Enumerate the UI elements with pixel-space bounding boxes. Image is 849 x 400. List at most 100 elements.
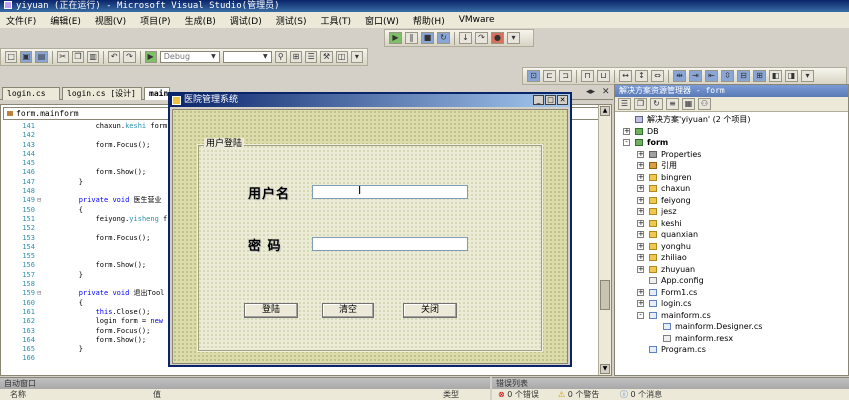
expand-icon[interactable]: +	[637, 288, 644, 296]
close-button[interactable]: ✕	[557, 95, 568, 105]
expand-icon[interactable]: +	[637, 231, 644, 238]
autos-col-name[interactable]: 名称	[10, 389, 26, 400]
tree-node[interactable]: + zhiliao	[615, 252, 848, 264]
expand-icon[interactable]: +	[637, 254, 644, 261]
editor-vertical-scrollbar[interactable]: ▲ ▼	[598, 105, 611, 375]
chevron-down-icon[interactable]: ▾	[507, 32, 520, 44]
properties-icon[interactable]: ☰	[618, 98, 631, 110]
warnings-filter[interactable]: ⚠ 0 个警告	[558, 389, 599, 400]
new-project-icon[interactable]: □	[5, 51, 18, 63]
align-middle-icon[interactable]: ⊔	[597, 70, 610, 82]
view-code-icon[interactable]: ≡	[666, 98, 679, 110]
menu-test[interactable]: 测试(S)	[276, 14, 307, 27]
tab-scroll-icon[interactable]: ◂▸	[586, 87, 595, 97]
toolbox-icon[interactable]: ⚒	[320, 51, 333, 63]
menu-window[interactable]: 窗口(W)	[365, 14, 399, 27]
stop-icon[interactable]: ■	[421, 32, 434, 44]
platform-select[interactable]: ▼	[222, 51, 272, 63]
expand-icon[interactable]: +	[623, 127, 630, 135]
tree-node[interactable]: mainform.Designer.cs	[615, 321, 848, 333]
menu-edit[interactable]: 编辑(E)	[50, 14, 81, 27]
show-all-files-icon[interactable]: ❐	[634, 98, 647, 110]
undo-icon[interactable]: ↶	[108, 51, 121, 63]
login-form-title-bar[interactable]: 医院管理系统 _ □ ✕	[170, 94, 570, 107]
expand-icon[interactable]: +	[637, 265, 644, 273]
send-to-back-icon[interactable]: ◨	[785, 70, 798, 82]
minimize-button[interactable]: _	[533, 95, 544, 105]
expand-icon[interactable]: +	[637, 242, 644, 250]
tree-node[interactable]: + Properties	[615, 149, 848, 161]
password-input[interactable]	[312, 237, 468, 251]
tab-mainform-cs[interactable]: mainform.cs	[144, 87, 170, 100]
step-into-icon[interactable]: ↓	[459, 32, 472, 44]
expand-icon[interactable]: +	[637, 208, 644, 215]
center-horizontally-icon[interactable]: ⊟	[737, 70, 750, 82]
continue-icon[interactable]: ▶	[389, 32, 402, 44]
scrollbar-thumb[interactable]	[600, 280, 610, 310]
tree-node[interactable]: + DB	[615, 126, 848, 138]
pause-icon[interactable]: ‖	[405, 32, 418, 44]
close-icon[interactable]: ✕	[602, 87, 610, 97]
solution-explorer-icon[interactable]: ⊞	[289, 51, 303, 63]
expand-icon[interactable]: +	[637, 173, 644, 181]
expand-icon[interactable]: +	[637, 196, 644, 204]
redo-icon[interactable]: ↷	[123, 51, 136, 63]
collapse-icon[interactable]: -	[637, 311, 644, 319]
menu-view[interactable]: 视图(V)	[95, 14, 126, 27]
expand-icon[interactable]: +	[637, 219, 644, 227]
errors-filter[interactable]: ⊗ 0 个错误	[498, 389, 539, 400]
find-icon[interactable]: ⚲	[274, 51, 287, 63]
start-debugging-icon[interactable]: ▶	[144, 51, 157, 63]
horizontal-spacing-icon[interactable]: ⇹	[673, 70, 686, 82]
expand-icon[interactable]: +	[637, 162, 644, 169]
scroll-down-icon[interactable]: ▼	[600, 364, 610, 374]
object-browser-icon[interactable]: ◫	[335, 51, 348, 63]
cut-icon[interactable]: ✂	[56, 51, 69, 63]
refresh-icon[interactable]: ↻	[650, 98, 663, 110]
tree-node[interactable]: + zhuyuan	[615, 264, 848, 276]
messages-filter[interactable]: ⓘ 0 个消息	[620, 389, 662, 400]
tree-node[interactable]: + 引用	[615, 160, 848, 172]
class-diagram-icon[interactable]: ⚇	[698, 98, 711, 110]
clear-button[interactable]: 清空	[322, 303, 374, 318]
close-form-button[interactable]: 关闭	[403, 303, 457, 318]
properties-icon[interactable]: ☰	[305, 51, 318, 63]
chevron-down-icon[interactable]: ▾	[350, 51, 363, 63]
menu-vmware[interactable]: VMware	[459, 15, 495, 25]
make-same-height-icon[interactable]: ↕	[635, 70, 648, 82]
expand-icon[interactable]: +	[637, 300, 644, 307]
breakpoint-window-icon[interactable]: ●	[491, 32, 504, 44]
menu-file[interactable]: 文件(F)	[6, 14, 36, 27]
menu-help[interactable]: 帮助(H)	[413, 14, 445, 27]
chevron-down-icon[interactable]: ▾	[801, 70, 814, 82]
tree-node[interactable]: + jesz	[615, 206, 848, 218]
collapse-icon[interactable]: -	[623, 139, 630, 146]
save-all-icon[interactable]: ▤	[35, 51, 48, 63]
maximize-button[interactable]: □	[545, 95, 556, 105]
make-same-size-icon[interactable]: ⇔	[651, 70, 664, 82]
decrease-spacing-icon[interactable]: ⇤	[705, 70, 718, 82]
tree-node[interactable]: + yonghu	[615, 241, 848, 253]
copy-icon[interactable]: ❐	[71, 51, 85, 63]
menu-tools[interactable]: 工具(T)	[320, 14, 351, 27]
tab-login-cs[interactable]: login.cs	[2, 87, 60, 100]
menu-debug[interactable]: 调试(D)	[230, 14, 262, 27]
vertical-spacing-icon[interactable]: ⇳	[721, 70, 734, 82]
restart-icon[interactable]: ↻	[437, 32, 450, 44]
tree-node[interactable]: + keshi	[615, 218, 848, 230]
solution-config-select[interactable]: Debug ▼	[159, 51, 220, 63]
bring-to-front-icon[interactable]: ◧	[769, 70, 782, 82]
tree-node[interactable]: 解决方案'yiyuan' (2 个项目)	[615, 114, 848, 126]
collapse-icon[interactable]: ⊟	[37, 289, 41, 298]
collapse-icon[interactable]: ⊟	[37, 196, 41, 205]
login-button[interactable]: 登陆	[244, 303, 298, 318]
align-grid-icon[interactable]: ⊡	[527, 70, 540, 82]
tree-node[interactable]: + Form1.cs	[615, 287, 848, 299]
tree-node[interactable]: Program.cs	[615, 344, 848, 356]
tree-node[interactable]: App.config	[615, 275, 848, 287]
tree-node[interactable]: mainform.resx	[615, 333, 848, 345]
step-over-icon[interactable]: ↷	[475, 32, 488, 44]
tree-node[interactable]: + chaxun	[615, 183, 848, 195]
save-icon[interactable]: ▣	[20, 51, 33, 63]
paste-icon[interactable]: ▥	[87, 51, 100, 63]
